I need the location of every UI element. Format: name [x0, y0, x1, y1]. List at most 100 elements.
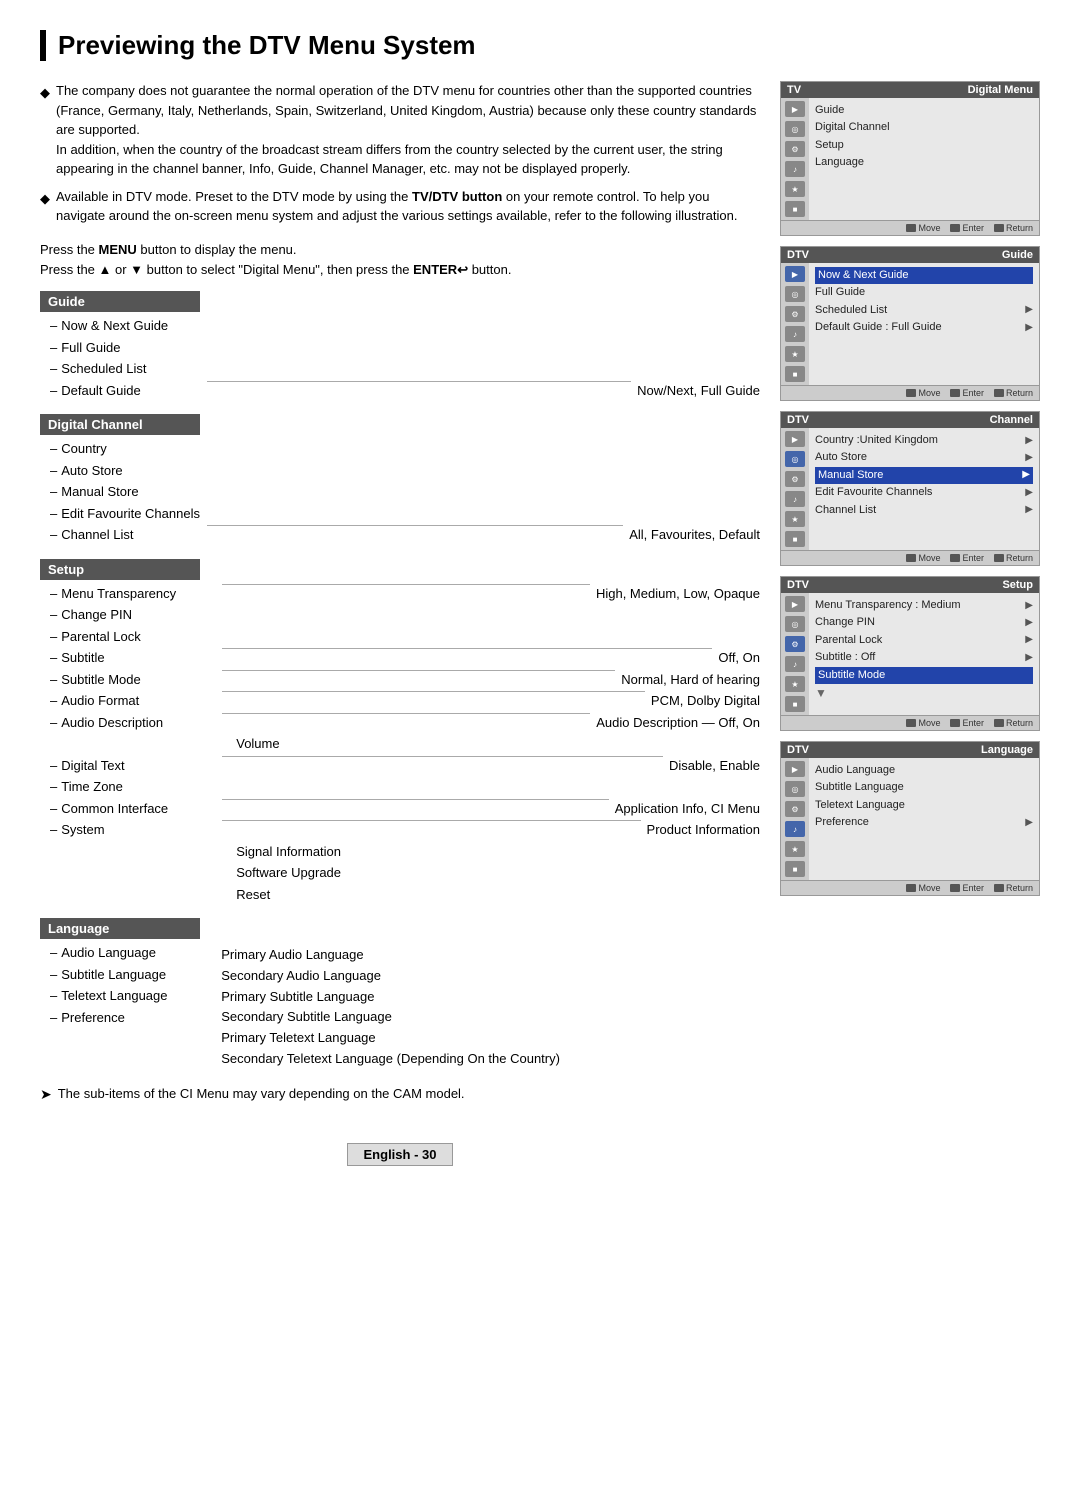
dtv-panel-3-footer: Move Enter Return [781, 550, 1039, 565]
dtv-panel-language: DTV Language ▶ ◎ ⚙ ♪ ★ ■ Audio Language … [780, 741, 1040, 896]
dtv-p1-setup: Setup [815, 137, 1033, 154]
dtv-p5-teletext: Teletext Language [815, 797, 1033, 814]
dtv-icon-2-1: ▶ [785, 266, 805, 282]
dtv-p3-edit: Edit Favourite Channels▶ [815, 484, 1033, 501]
dtv-icon-4-5: ★ [785, 676, 805, 692]
dtv-panel-1-body: ▶ ◎ ⚙ ♪ ★ ■ Guide Digital Channel Setup … [781, 98, 1039, 220]
lang-value-secondary-teletext: Secondary Teletext Language (Depending O… [221, 1049, 560, 1070]
dtv-icon-3-1: ▶ [785, 431, 805, 447]
dtv-panel-2-header-left: DTV [787, 249, 809, 261]
setup-header: Setup [40, 559, 200, 580]
bullet-diamond-2: ◆ [40, 189, 50, 226]
dtv-panel-3-header-left: DTV [787, 414, 809, 426]
setup-item-common: –Common Interface Application Info, CI M… [50, 799, 760, 819]
dtv-p3-auto: Auto Store▶ [815, 449, 1033, 466]
footer-enter-5: Enter [950, 883, 984, 893]
dtv-icon-5-5: ★ [785, 841, 805, 857]
dtv-p1-guide: Guide [815, 102, 1033, 119]
language-left: –Audio Language –Subtitle Language –Tele… [50, 943, 211, 1070]
dtv-p5-subtitle: Subtitle Language [815, 779, 1033, 796]
lang-value-primary-subtitle: Primary Subtitle Language [221, 987, 560, 1008]
dtv-panel-3-icons: ▶ ◎ ⚙ ♪ ★ ■ [781, 428, 809, 550]
footer-move-4: Move [906, 718, 940, 728]
setup-item-timezone: –Time Zone [50, 777, 760, 797]
dtv-panel-5-header-left: DTV [787, 744, 809, 756]
dtv-icon-2-6: ■ [785, 366, 805, 382]
dtv-panel-5-body: ▶ ◎ ⚙ ♪ ★ ■ Audio Language Subtitle Lang… [781, 758, 1039, 880]
dtv-panel-2-header: DTV Guide [781, 247, 1039, 263]
guide-item-now-next: –Now & Next Guide [50, 316, 760, 336]
dtv-panel-4-content: Menu Transparency : Medium▶ Change PIN▶ … [809, 593, 1039, 715]
digital-channel-section: Digital Channel –Country –Auto Store –Ma… [40, 414, 760, 545]
dtv-panels: TV Digital Menu ▶ ◎ ⚙ ♪ ★ ■ Guide Digita… [780, 81, 1040, 1166]
dtv-icon-1-6: ■ [785, 201, 805, 217]
dtv-icon-1-2: ◎ [785, 121, 805, 137]
footer-enter-2: Enter [950, 388, 984, 398]
dtv-icon-5-2: ◎ [785, 781, 805, 797]
dtv-icon-3-2: ◎ [785, 451, 805, 467]
footer-icon-return-1 [994, 224, 1004, 232]
language-layout: –Audio Language –Subtitle Language –Tele… [50, 943, 760, 1070]
channel-item-edit: –Edit Favourite Channels [50, 504, 760, 524]
footer-icon-enter-5 [950, 884, 960, 892]
dtv-p3-manual: Manual Store▶ [815, 467, 1033, 484]
footer-icon-return-3 [994, 554, 1004, 562]
dtv-icon-4-6: ■ [785, 696, 805, 712]
dtv-icon-2-4: ♪ [785, 326, 805, 342]
footer-move-3: Move [906, 553, 940, 563]
guide-section: Guide –Now & Next Guide –Full Guide –Sch… [40, 291, 760, 400]
dtv-panel-4-footer: Move Enter Return [781, 715, 1039, 730]
dtv-icon-4-1: ▶ [785, 596, 805, 612]
dtv-p4-parental: Parental Lock▶ [815, 632, 1033, 649]
dtv-icon-5-6: ■ [785, 861, 805, 877]
dtv-icon-2-2: ◎ [785, 286, 805, 302]
page-title: Previewing the DTV Menu System [40, 30, 1040, 61]
guide-item-full: –Full Guide [50, 338, 760, 358]
footer-icon-move-3 [906, 554, 916, 562]
bullet-text-1: The company does not guarantee the norma… [56, 81, 760, 179]
footer-icon-move-5 [906, 884, 916, 892]
dtv-icon-1-4: ♪ [785, 161, 805, 177]
channel-item-auto: –Auto Store [50, 461, 760, 481]
setup-item-transparency: –Menu Transparency High, Medium, Low, Op… [50, 584, 760, 604]
setup-item-system: –System Product Information [50, 820, 760, 840]
dtv-p5-audio: Audio Language [815, 762, 1033, 779]
dtv-panel-channel: DTV Channel ▶ ◎ ⚙ ♪ ★ ■ Country :United … [780, 411, 1040, 566]
dtv-panel-guide: DTV Guide ▶ ◎ ⚙ ♪ ★ ■ Now & Next Guide F… [780, 246, 1040, 401]
language-section: Language –Audio Language –Subtitle Langu… [40, 918, 760, 1070]
footer-icon-move-1 [906, 224, 916, 232]
dtv-panel-1-footer: Move Enter Return [781, 220, 1039, 235]
channel-item-manual: –Manual Store [50, 482, 760, 502]
dtv-icon-5-1: ▶ [785, 761, 805, 777]
footer-move-5: Move [906, 883, 940, 893]
dtv-panel-4-body: ▶ ◎ ⚙ ♪ ★ ■ Menu Transparency : Medium▶ … [781, 593, 1039, 715]
language-header: Language [40, 918, 200, 939]
dtv-p3-country: Country :United Kingdom▶ [815, 432, 1033, 449]
dtv-icon-3-3: ⚙ [785, 471, 805, 487]
setup-item-pin: –Change PIN [50, 605, 760, 625]
guide-items: –Now & Next Guide –Full Guide –Scheduled… [50, 316, 760, 400]
dtv-icon-4-4: ♪ [785, 656, 805, 672]
menu-tree: Guide –Now & Next Guide –Full Guide –Sch… [40, 291, 760, 1070]
dtv-p4-more: ▼ [815, 684, 1033, 703]
dtv-p1-language: Language [815, 154, 1033, 171]
press-instructions: Press the MENU button to display the men… [40, 240, 760, 282]
footer-area: English - 30 [40, 1123, 760, 1166]
lang-value-secondary-audio: Secondary Audio Language [221, 966, 560, 987]
dtv-panel-3-header: DTV Channel [781, 412, 1039, 428]
bullet-item-1: ◆ The company does not guarantee the nor… [40, 81, 760, 179]
footer-icon-return-4 [994, 719, 1004, 727]
dtv-panel-5-header-right: Language [981, 744, 1033, 756]
dtv-panel-5-content: Audio Language Subtitle Language Teletex… [809, 758, 1039, 880]
dtv-panel-1-icons: ▶ ◎ ⚙ ♪ ★ ■ [781, 98, 809, 220]
english-footer: English - 30 [347, 1143, 454, 1166]
dtv-p2-full-guide: Full Guide [815, 284, 1033, 301]
digital-channel-items: –Country –Auto Store –Manual Store –Edit… [50, 439, 760, 545]
footer-icon-return-2 [994, 389, 1004, 397]
dtv-panel-2-body: ▶ ◎ ⚙ ♪ ★ ■ Now & Next Guide Full Guide … [781, 263, 1039, 385]
footer-icon-return-5 [994, 884, 1004, 892]
dtv-icon-3-4: ♪ [785, 491, 805, 507]
dtv-panel-4-header-right: Setup [1002, 579, 1033, 591]
bullet-section: ◆ The company does not guarantee the nor… [40, 81, 760, 226]
setup-item-audio-desc: –Audio Description Audio Description — O… [50, 713, 760, 733]
